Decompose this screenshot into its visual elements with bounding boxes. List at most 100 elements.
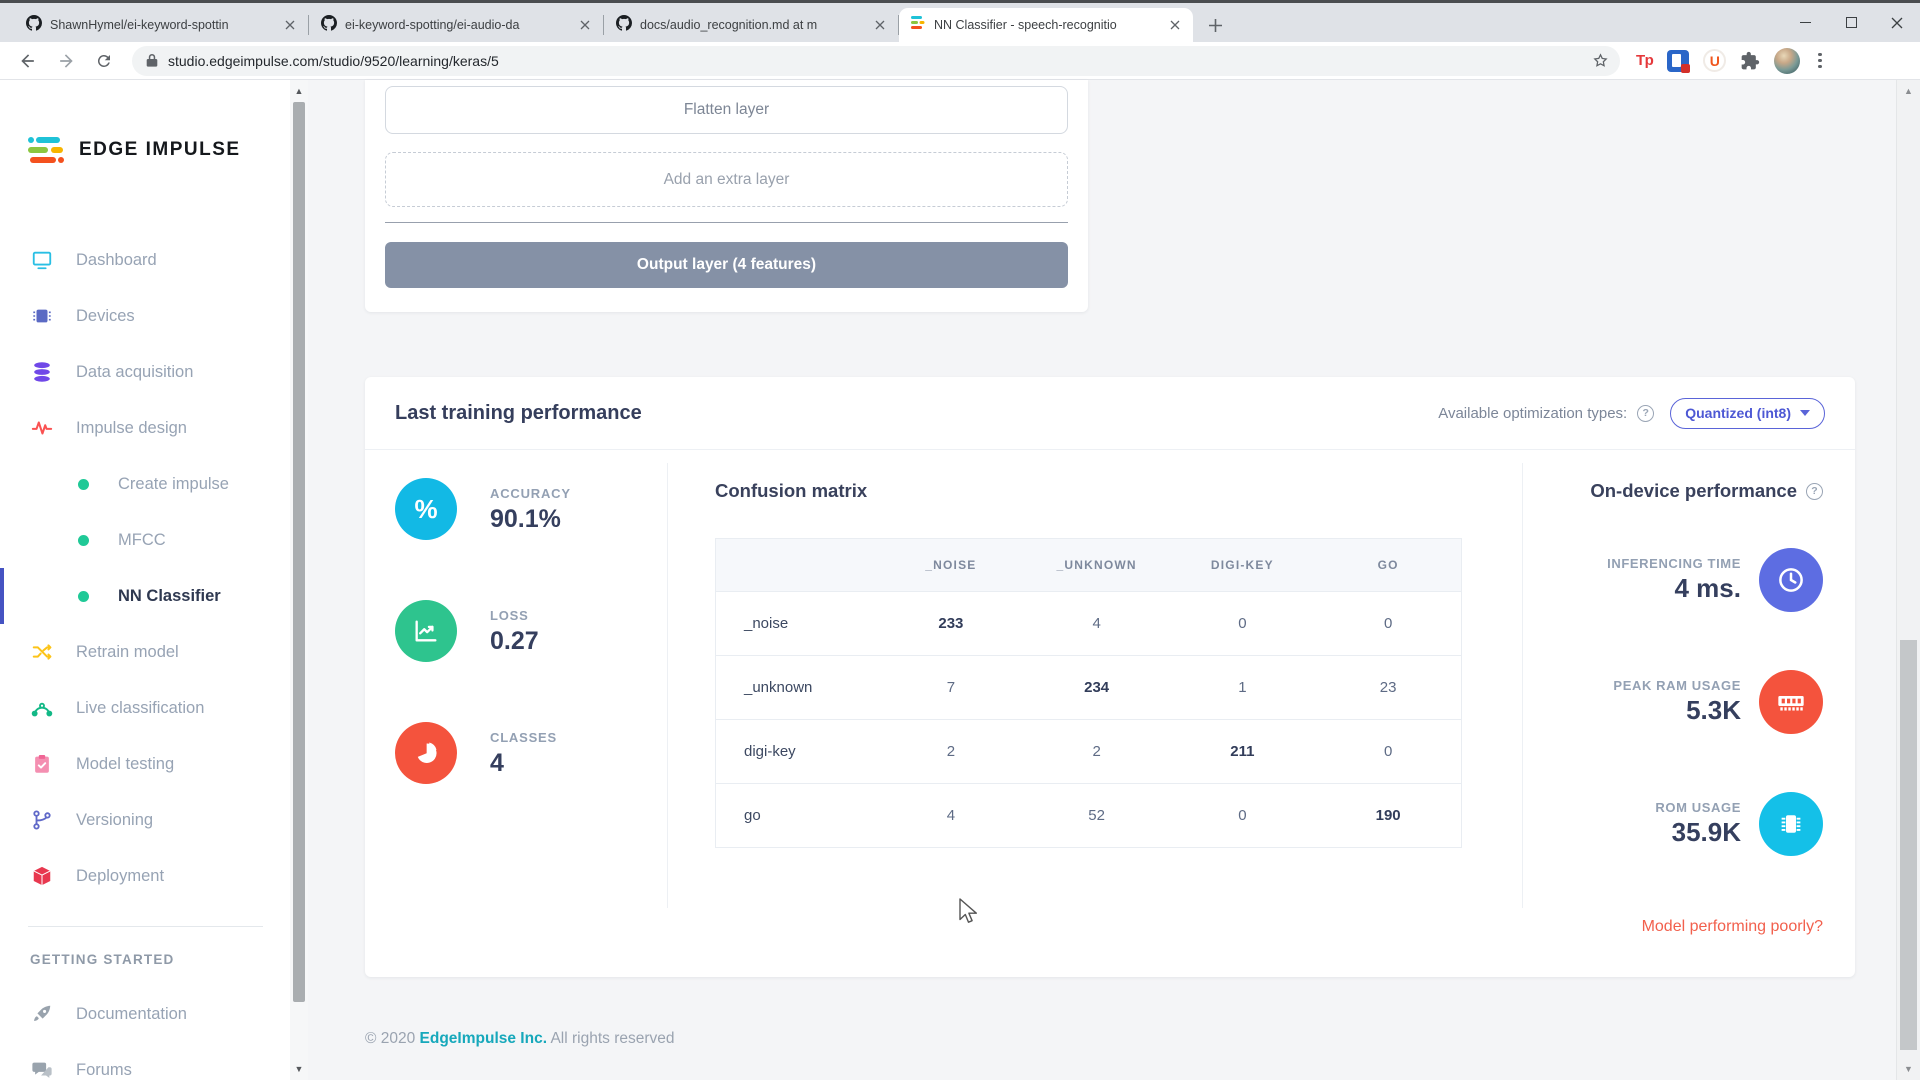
green-dot-icon (78, 479, 89, 490)
versioning-branch-icon (30, 808, 54, 832)
new-tab-button[interactable] (1201, 11, 1229, 39)
github-icon (616, 15, 632, 36)
tab-title: ei-keyword-spotting/ei-audio-da (345, 18, 569, 32)
output-layer-button[interactable]: Output layer (4 features) (385, 242, 1068, 288)
github-icon (321, 15, 337, 36)
sidebar-divider (28, 926, 263, 927)
tab-title: docs/audio_recognition.md at m (640, 18, 864, 32)
window-close-button[interactable] (1874, 3, 1920, 42)
window-maximize-button[interactable] (1828, 3, 1874, 42)
tab-1[interactable]: ShawnHymel/ei-keyword-spottin (14, 8, 308, 42)
metric-accuracy: % ACCURACY 90.1% (395, 478, 571, 540)
extension-ublock-icon[interactable]: U (1703, 49, 1726, 72)
main-content: Flatten layer Add an extra layer Output … (308, 80, 1896, 1080)
column-header: DIGI-KEY (1170, 539, 1316, 591)
sidebar-item-create-impulse[interactable]: Create impulse (0, 456, 290, 512)
extension-tp-icon[interactable]: Tp (1636, 52, 1653, 69)
sidebar-item-versioning[interactable]: Versioning (0, 792, 290, 848)
sidebar-item-devices[interactable]: Devices (0, 288, 290, 344)
sidebar-item-data-acquisition[interactable]: Data acquisition (0, 344, 290, 400)
footer: © 2020 EdgeImpulse Inc. All rights reser… (365, 1030, 675, 1048)
sidebar: EDGE IMPULSE Dashboard Devices Data acqu… (0, 80, 290, 1080)
company-link[interactable]: EdgeImpulse Inc. (420, 1030, 547, 1047)
scroll-up-arrow[interactable]: ▲ (290, 82, 308, 100)
row-label: digi-key (716, 720, 878, 783)
chevron-down-icon (1800, 410, 1810, 416)
brand-name: EDGE IMPULSE (79, 139, 241, 161)
column-header: _UNKNOWN (1024, 539, 1170, 591)
data-acquisition-icon (30, 360, 54, 384)
scrollbar-thumb[interactable] (1900, 640, 1917, 1050)
sidebar-item-documentation[interactable]: Documentation (0, 986, 290, 1042)
tab-active[interactable]: NN Classifier - speech-recognitio (899, 8, 1193, 42)
url-text: studio.edgeimpulse.com/studio/9520/learn… (168, 53, 1591, 69)
percent-icon: % (395, 478, 457, 540)
optimization-dropdown[interactable]: Quantized (int8) (1670, 398, 1825, 429)
copyright-text: © 2020 (365, 1030, 415, 1047)
tab-title: ShawnHymel/ei-keyword-spottin (50, 18, 274, 32)
sidebar-item-mfcc[interactable]: MFCC (0, 512, 290, 568)
edge-impulse-favicon (911, 16, 926, 35)
getting-started-header: GETTING STARTED (30, 952, 175, 967)
panel-title: Last training performance (395, 402, 642, 425)
back-button[interactable] (14, 47, 42, 75)
profile-avatar[interactable] (1774, 48, 1800, 74)
panel-divider (1522, 463, 1523, 908)
reload-button[interactable] (90, 47, 118, 75)
edge-impulse-logo[interactable]: EDGE IMPULSE (28, 136, 241, 164)
sidebar-item-dashboard[interactable]: Dashboard (0, 232, 290, 288)
sidebar-item-nn-classifier[interactable]: NN Classifier (0, 568, 290, 624)
close-icon (1891, 17, 1903, 29)
clock-icon (1759, 548, 1823, 612)
scroll-down-arrow[interactable]: ▼ (290, 1060, 308, 1078)
table-row: digi-key 2 2 211 0 (716, 719, 1461, 783)
forums-chat-icon (30, 1058, 54, 1080)
sidebar-item-impulse-design[interactable]: Impulse design (0, 400, 290, 456)
mouse-cursor (958, 898, 980, 924)
browser-window: ShawnHymel/ei-keyword-spottin ei-keyword… (0, 0, 1920, 1080)
sidebar-item-retrain-model[interactable]: Retrain model (0, 624, 290, 680)
extension-password-icon[interactable] (1667, 50, 1689, 72)
sidebar-item-deployment[interactable]: Deployment (0, 848, 290, 904)
row-label: _unknown (716, 656, 878, 719)
ram-icon (1759, 670, 1823, 734)
tab-2[interactable]: ei-keyword-spotting/ei-audio-da (309, 8, 603, 42)
close-icon[interactable] (872, 17, 888, 33)
scrollbar-thumb[interactable] (293, 102, 305, 1002)
rom-usage-stat: ROM USAGE 35.9K (1655, 792, 1823, 856)
row-label: go (716, 784, 878, 847)
bookmark-star-icon[interactable] (1591, 51, 1610, 70)
dashboard-icon (30, 248, 54, 272)
confusion-matrix-table: _NOISE _UNKNOWN DIGI-KEY GO _noise 233 4… (715, 538, 1462, 848)
sidebar-scrollbar[interactable]: ▲ ▼ (290, 80, 308, 1080)
panel-divider (667, 463, 668, 908)
page-scrollbar[interactable]: ▲ ▼ (1896, 80, 1920, 1080)
tab-title: NN Classifier - speech-recognitio (934, 18, 1159, 32)
confusion-matrix-title: Confusion matrix (715, 480, 867, 502)
table-header-row: _NOISE _UNKNOWN DIGI-KEY GO (716, 539, 1461, 591)
close-icon[interactable] (577, 17, 593, 33)
browser-toolbar: studio.edgeimpulse.com/studio/9520/learn… (0, 42, 1920, 80)
flatten-layer-button[interactable]: Flatten layer (385, 86, 1068, 134)
extensions-puzzle-icon[interactable] (1740, 51, 1760, 71)
model-performing-poorly-link[interactable]: Model performing poorly? (1642, 918, 1823, 936)
tab-3[interactable]: docs/audio_recognition.md at m (604, 8, 898, 42)
sidebar-item-forums[interactable]: Forums (0, 1042, 290, 1080)
sidebar-item-live-classification[interactable]: Live classification (0, 680, 290, 736)
line-chart-icon (395, 600, 457, 662)
sidebar-item-model-testing[interactable]: Model testing (0, 736, 290, 792)
minimize-icon (1800, 22, 1811, 23)
add-extra-layer-button[interactable]: Add an extra layer (385, 152, 1068, 207)
table-row: _unknown 7 234 1 23 (716, 655, 1461, 719)
help-icon[interactable]: ? (1637, 405, 1654, 422)
browser-menu-icon[interactable] (1814, 53, 1826, 69)
close-icon[interactable] (1167, 17, 1183, 33)
window-minimize-button[interactable] (1782, 3, 1828, 42)
scroll-down-arrow[interactable]: ▼ (1897, 1060, 1920, 1078)
forward-button[interactable] (52, 47, 80, 75)
help-icon[interactable]: ? (1806, 483, 1823, 500)
close-icon[interactable] (282, 17, 298, 33)
live-classification-icon (30, 696, 54, 720)
url-bar[interactable]: studio.edgeimpulse.com/studio/9520/learn… (132, 46, 1620, 76)
scroll-up-arrow[interactable]: ▲ (1897, 82, 1920, 100)
